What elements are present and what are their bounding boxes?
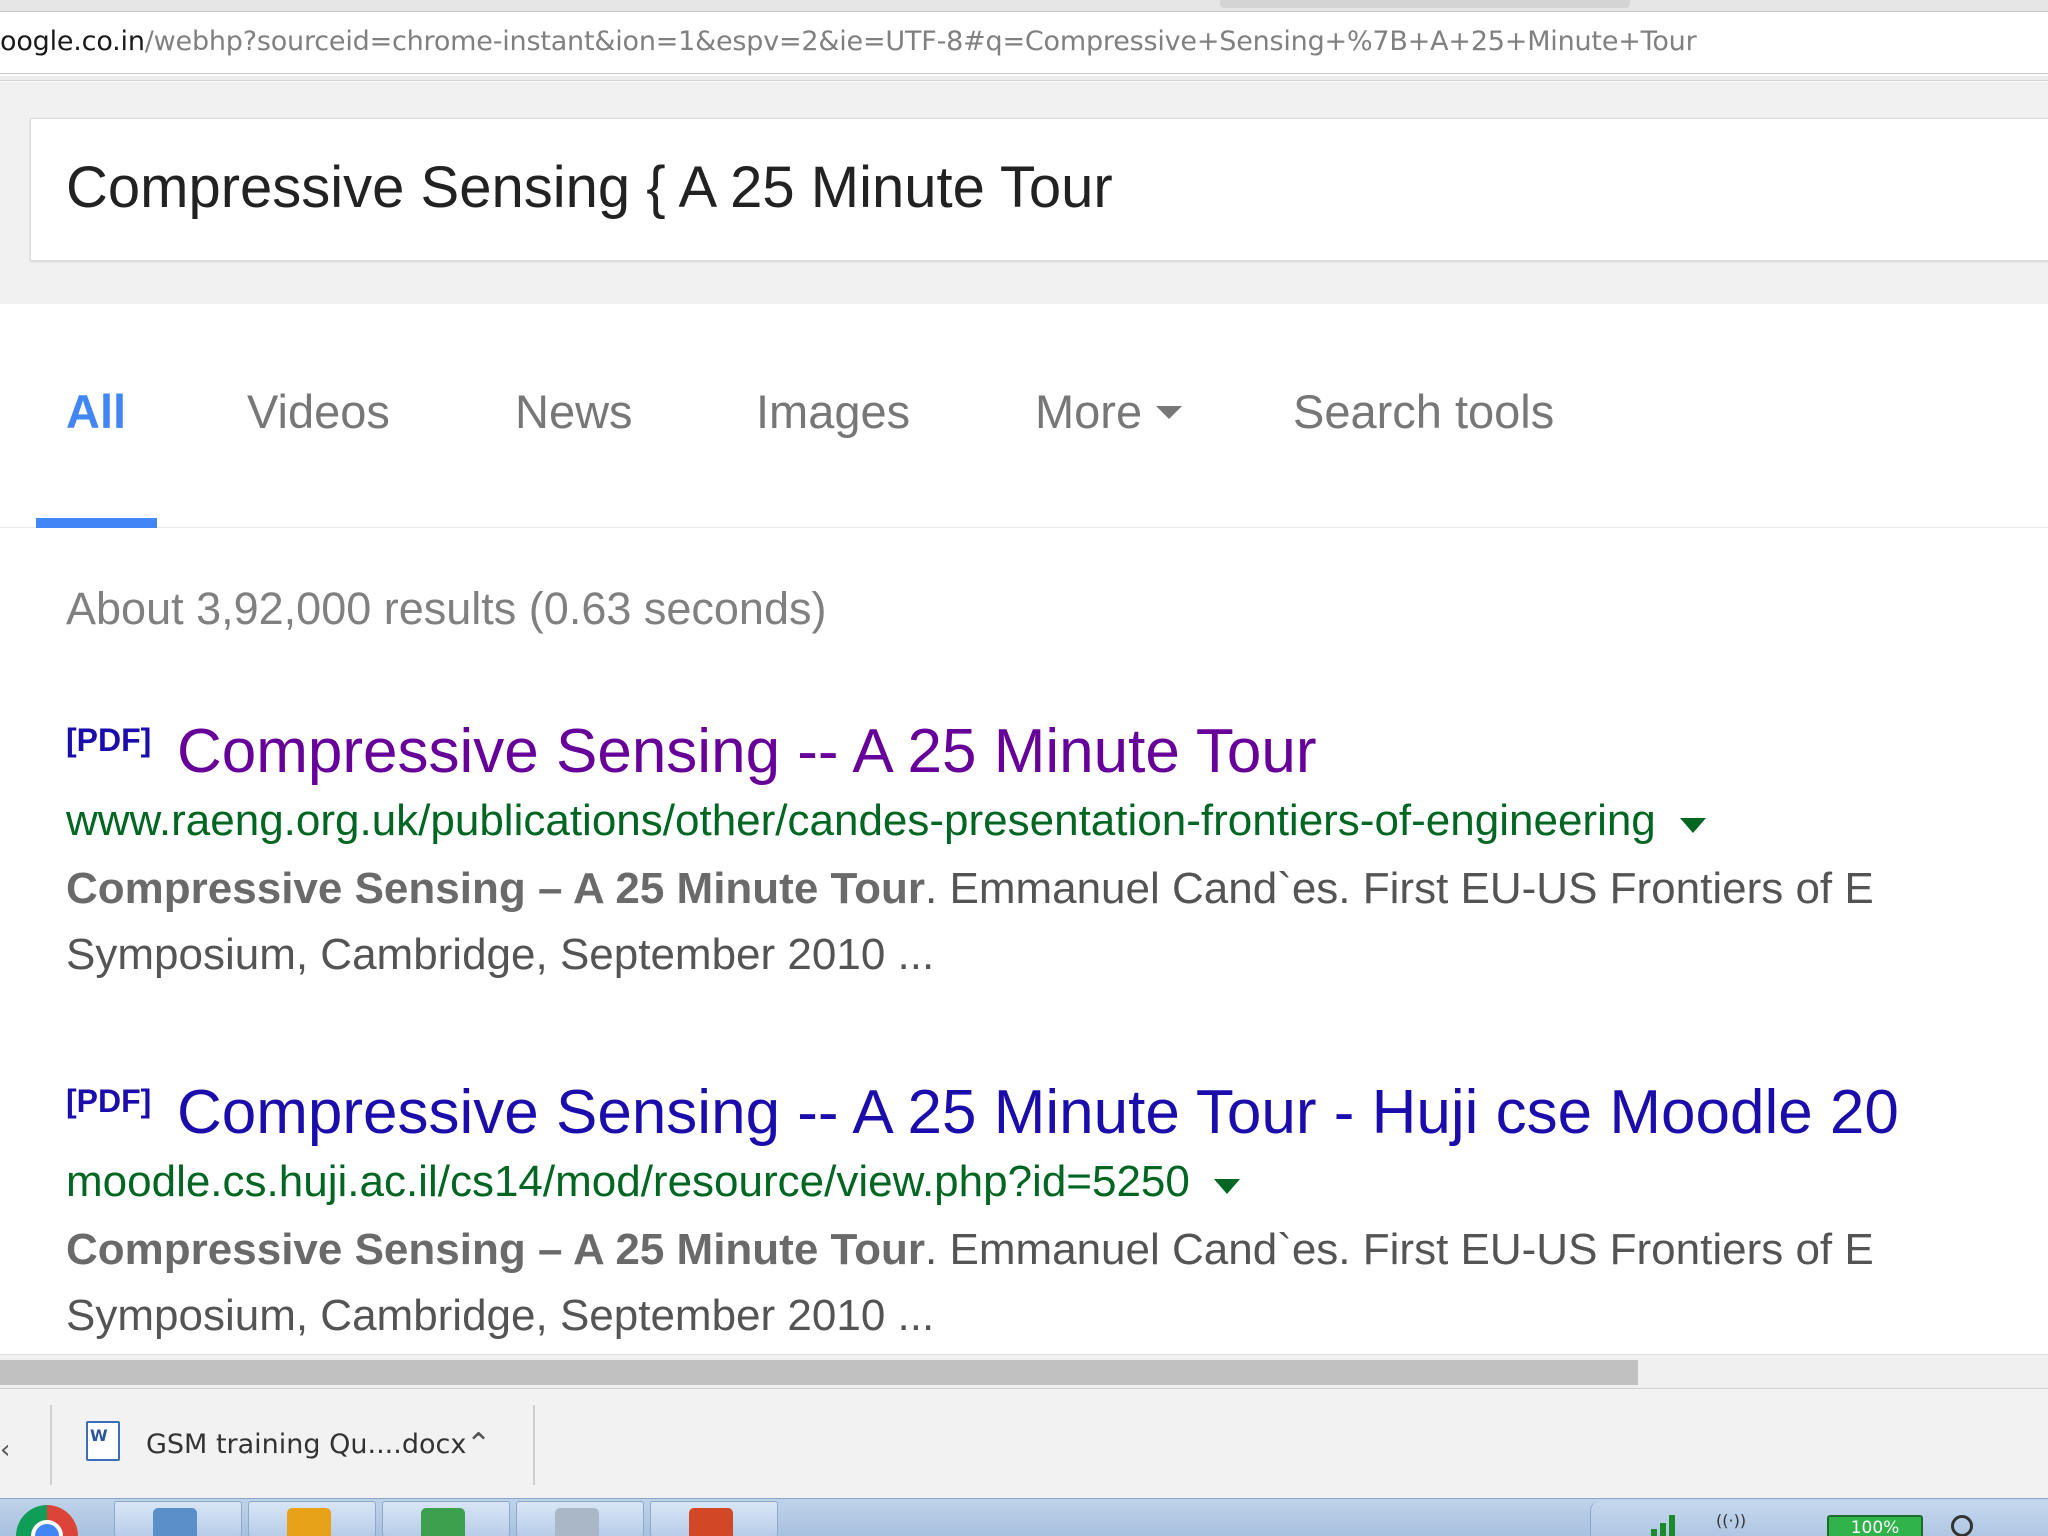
download-item[interactable]: GSM training Qu....docx [80, 1417, 520, 1473]
system-tray: ((·)) 100% [1590, 1501, 2048, 1536]
search-result: [PDF] Compressive Sensing -- A 25 Minute… [66, 1078, 2048, 1349]
taskbar-app-button[interactable] [516, 1501, 644, 1536]
result-snippet: Compressive Sensing – A 25 Minute Tour. … [66, 1217, 2048, 1349]
clock-icon[interactable] [1951, 1515, 1973, 1536]
address-url[interactable]: oogle.co.in/webhp?sourceid=chrome-instan… [0, 26, 1697, 57]
battery-indicator[interactable]: 100% [1827, 1515, 1923, 1536]
chrome-taskbar-icon[interactable] [16, 1505, 78, 1536]
snippet-highlight: Compressive Sensing – A 25 Minute Tour [66, 1225, 926, 1274]
tab-news[interactable]: News [515, 384, 633, 439]
tab-more-label: More [1035, 385, 1143, 438]
downloads-divider [50, 1405, 52, 1485]
tab-search-tools[interactable]: Search tools [1293, 384, 1554, 439]
wireless-icon[interactable]: ((·)) [1716, 1511, 1746, 1530]
explorer-icon [555, 1508, 599, 1536]
taskbar-app-button[interactable] [650, 1501, 778, 1536]
url-options-caret-icon[interactable] [1213, 1179, 1240, 1195]
pdf-tag: [PDF] [66, 1083, 152, 1119]
result-title-row: [PDF] Compressive Sensing -- A 25 Minute… [66, 1078, 2048, 1155]
search-input[interactable] [66, 147, 1966, 227]
results-stats: About 3,92,000 results (0.63 seconds) [66, 583, 827, 634]
network-signal-icon[interactable] [1651, 1511, 1681, 1536]
tab-images[interactable]: Images [756, 384, 910, 439]
search-header [0, 82, 2048, 304]
outlook-icon [287, 1508, 331, 1536]
search-tabs: All Videos News Images More Search tools [0, 304, 2048, 528]
snippet-line-1: Compressive Sensing – A 25 Minute Tour. … [66, 856, 2048, 922]
messenger-icon [421, 1508, 465, 1536]
result-snippet: Compressive Sensing – A 25 Minute Tour. … [66, 856, 2048, 988]
tab-videos[interactable]: Videos [247, 384, 390, 439]
downloads-bar: ‹ GSM training Qu....docx ⌃ [0, 1388, 2048, 1498]
scroll-left-arrow-icon[interactable]: ‹ [0, 1435, 10, 1465]
snippet-text: . Emmanuel Cand`es. First EU-US Frontier… [925, 864, 1874, 913]
word-document-icon [86, 1421, 120, 1461]
powerpoint-icon [689, 1508, 733, 1536]
taskbar: ((·)) 100% [0, 1498, 2048, 1536]
snippet-highlight: Compressive Sensing – A 25 Minute Tour [66, 864, 926, 913]
result-url-row: www.raeng.org.uk/publications/other/cand… [66, 796, 2048, 856]
result-title-link[interactable]: Compressive Sensing -- A 25 Minute Tour … [177, 1077, 1899, 1148]
search-box[interactable] [30, 118, 2048, 261]
taskbar-app-button[interactable] [248, 1501, 376, 1536]
result-title-link[interactable]: Compressive Sensing -- A 25 Minute Tour [177, 716, 1317, 787]
pdf-tag: [PDF] [66, 722, 152, 758]
result-title-row: [PDF] Compressive Sensing -- A 25 Minute… [66, 717, 2048, 794]
chevron-up-icon[interactable]: ⌃ [466, 1427, 491, 1462]
search-result: [PDF] Compressive Sensing -- A 25 Minute… [66, 717, 2048, 988]
tab-more[interactable]: More [1035, 384, 1183, 439]
browser-tab[interactable] [1220, 0, 1630, 8]
app-window-icon [153, 1508, 197, 1536]
url-options-caret-icon[interactable] [1679, 818, 1706, 834]
caret-down-icon [1156, 406, 1183, 420]
snippet-text: . Emmanuel Cand`es. First EU-US Frontier… [925, 1225, 1874, 1274]
snippet-line-2: Symposium, Cambridge, September 2010 ... [66, 930, 935, 979]
result-url: www.raeng.org.uk/publications/other/cand… [66, 796, 1656, 845]
address-bar[interactable]: oogle.co.in/webhp?sourceid=chrome-instan… [0, 12, 2048, 74]
horizontal-scrollbar[interactable] [0, 1354, 2048, 1388]
taskbar-app-button[interactable] [114, 1501, 242, 1536]
browser-tab-strip [0, 0, 2048, 12]
active-tab-indicator [36, 518, 157, 528]
url-host: oogle.co.in [0, 26, 145, 57]
snippet-line-2: Symposium, Cambridge, September 2010 ... [66, 1291, 935, 1340]
scrollbar-thumb[interactable] [0, 1360, 1638, 1385]
result-url-row: moodle.cs.huji.ac.il/cs14/mod/resource/v… [66, 1157, 2048, 1217]
tab-all[interactable]: All [66, 384, 126, 439]
download-file-name: GSM training Qu....docx [146, 1429, 467, 1460]
taskbar-app-button[interactable] [382, 1501, 510, 1536]
toolbar-divider [0, 76, 2048, 81]
result-url: moodle.cs.huji.ac.il/cs14/mod/resource/v… [66, 1157, 1190, 1206]
url-path: /webhp?sourceid=chrome-instant&ion=1&esp… [144, 26, 1697, 57]
snippet-line-1: Compressive Sensing – A 25 Minute Tour. … [66, 1217, 2048, 1283]
downloads-divider [533, 1405, 535, 1485]
